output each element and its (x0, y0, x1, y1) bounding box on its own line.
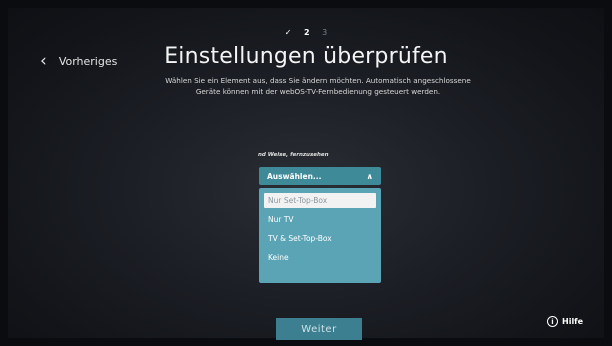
page-description: Wählen Sie ein Element aus, dass Sie änd… (128, 75, 508, 97)
help-button[interactable]: i Hilfe (547, 316, 583, 327)
tv-screen: ✓ 2 3 ‹ Vorheriges Einstellungen überprü… (8, 8, 604, 340)
option-none[interactable]: Keine (264, 250, 376, 265)
info-icon: i (547, 316, 558, 327)
help-label: Hilfe (562, 317, 584, 326)
step-current: 2 (304, 28, 310, 37)
description-line-1: Wählen Sie ein Element aus, dass Sie änd… (165, 76, 471, 85)
step-next: 3 (322, 28, 328, 37)
page-title: Einstellungen überprüfen (164, 44, 448, 69)
tv-mode-select[interactable]: Auswählen... ∧ (259, 167, 381, 185)
select-dropdown: Nur Set-Top-Box Nur TV TV & Set-Top-Box … (259, 188, 381, 283)
option-set-top-box-only[interactable]: Nur Set-Top-Box (264, 193, 376, 208)
step-indicator: ✓ 2 3 (8, 28, 604, 37)
select-value: Auswählen... (267, 171, 322, 181)
description-line-2: Geräte können mit der webOS-TV-Fernbedie… (195, 87, 441, 96)
field-label: nd Weise, fernzusehen (258, 152, 329, 158)
step-done-icon: ✓ (284, 28, 292, 37)
chevron-up-icon: ∧ (366, 171, 374, 181)
option-tv-and-set-top-box[interactable]: TV & Set-Top-Box (264, 231, 376, 246)
next-button[interactable]: Weiter (276, 318, 362, 340)
option-tv-only[interactable]: Nur TV (264, 212, 376, 227)
